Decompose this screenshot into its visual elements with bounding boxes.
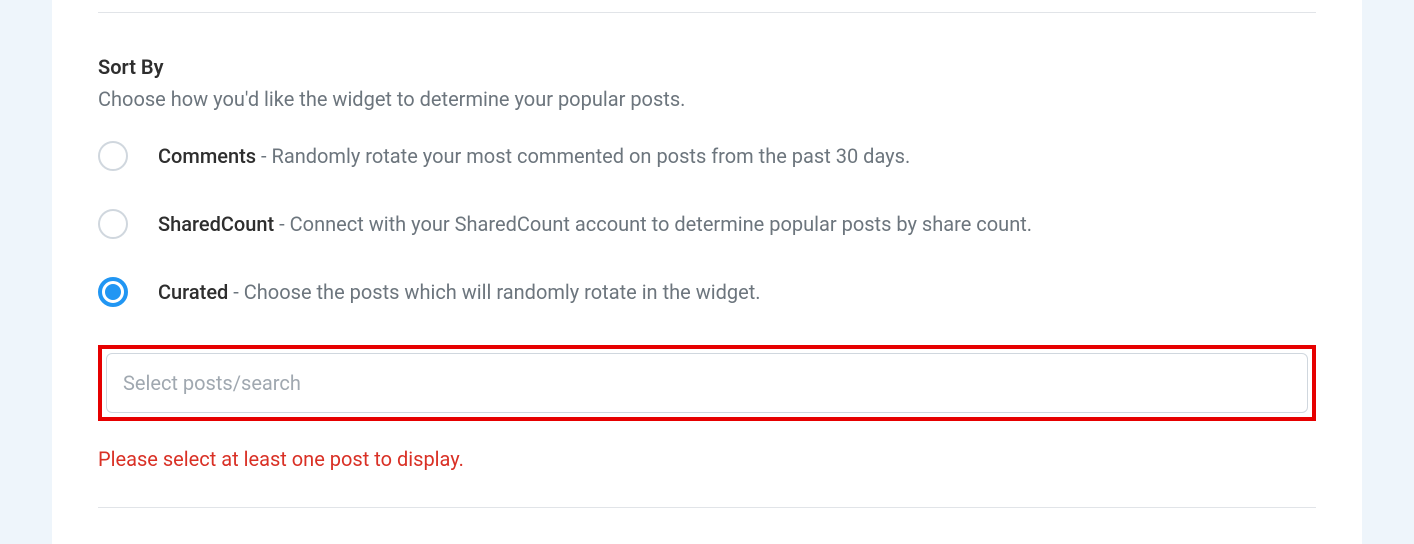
section-title: Sort By [98,55,1316,79]
radio-label-desc: - Choose the posts which will randomly r… [228,280,760,304]
radio-label-strong: Comments [158,144,256,168]
divider-bottom [98,507,1316,508]
sort-by-radio-group: Comments - Randomly rotate your most com… [98,141,1316,307]
radio-option-curated[interactable]: Curated - Choose the posts which will ra… [98,277,1316,307]
radio-label: Comments - Randomly rotate your most com… [158,144,910,168]
radio-option-comments[interactable]: Comments - Randomly rotate your most com… [98,141,1316,171]
search-highlight-box [98,345,1316,421]
radio-label-desc: - Connect with your SharedCount account … [274,212,1032,236]
radio-label: Curated - Choose the posts which will ra… [158,280,761,304]
settings-panel: Sort By Choose how you'd like the widget… [52,0,1362,544]
validation-error: Please select at least one post to displ… [98,447,1316,471]
radio-label-desc: - Randomly rotate your most commented on… [256,144,910,168]
radio-indicator [98,209,128,239]
radio-indicator [98,141,128,171]
radio-indicator [98,277,128,307]
radio-label-strong: Curated [158,280,228,304]
posts-search-input[interactable] [106,353,1308,413]
section-description: Choose how you'd like the widget to dete… [98,87,1316,111]
radio-label-strong: SharedCount [158,212,274,236]
sort-by-section: Sort By Choose how you'd like the widget… [98,13,1316,508]
radio-label: SharedCount - Connect with your SharedCo… [158,212,1032,236]
radio-option-sharedcount[interactable]: SharedCount - Connect with your SharedCo… [98,209,1316,239]
